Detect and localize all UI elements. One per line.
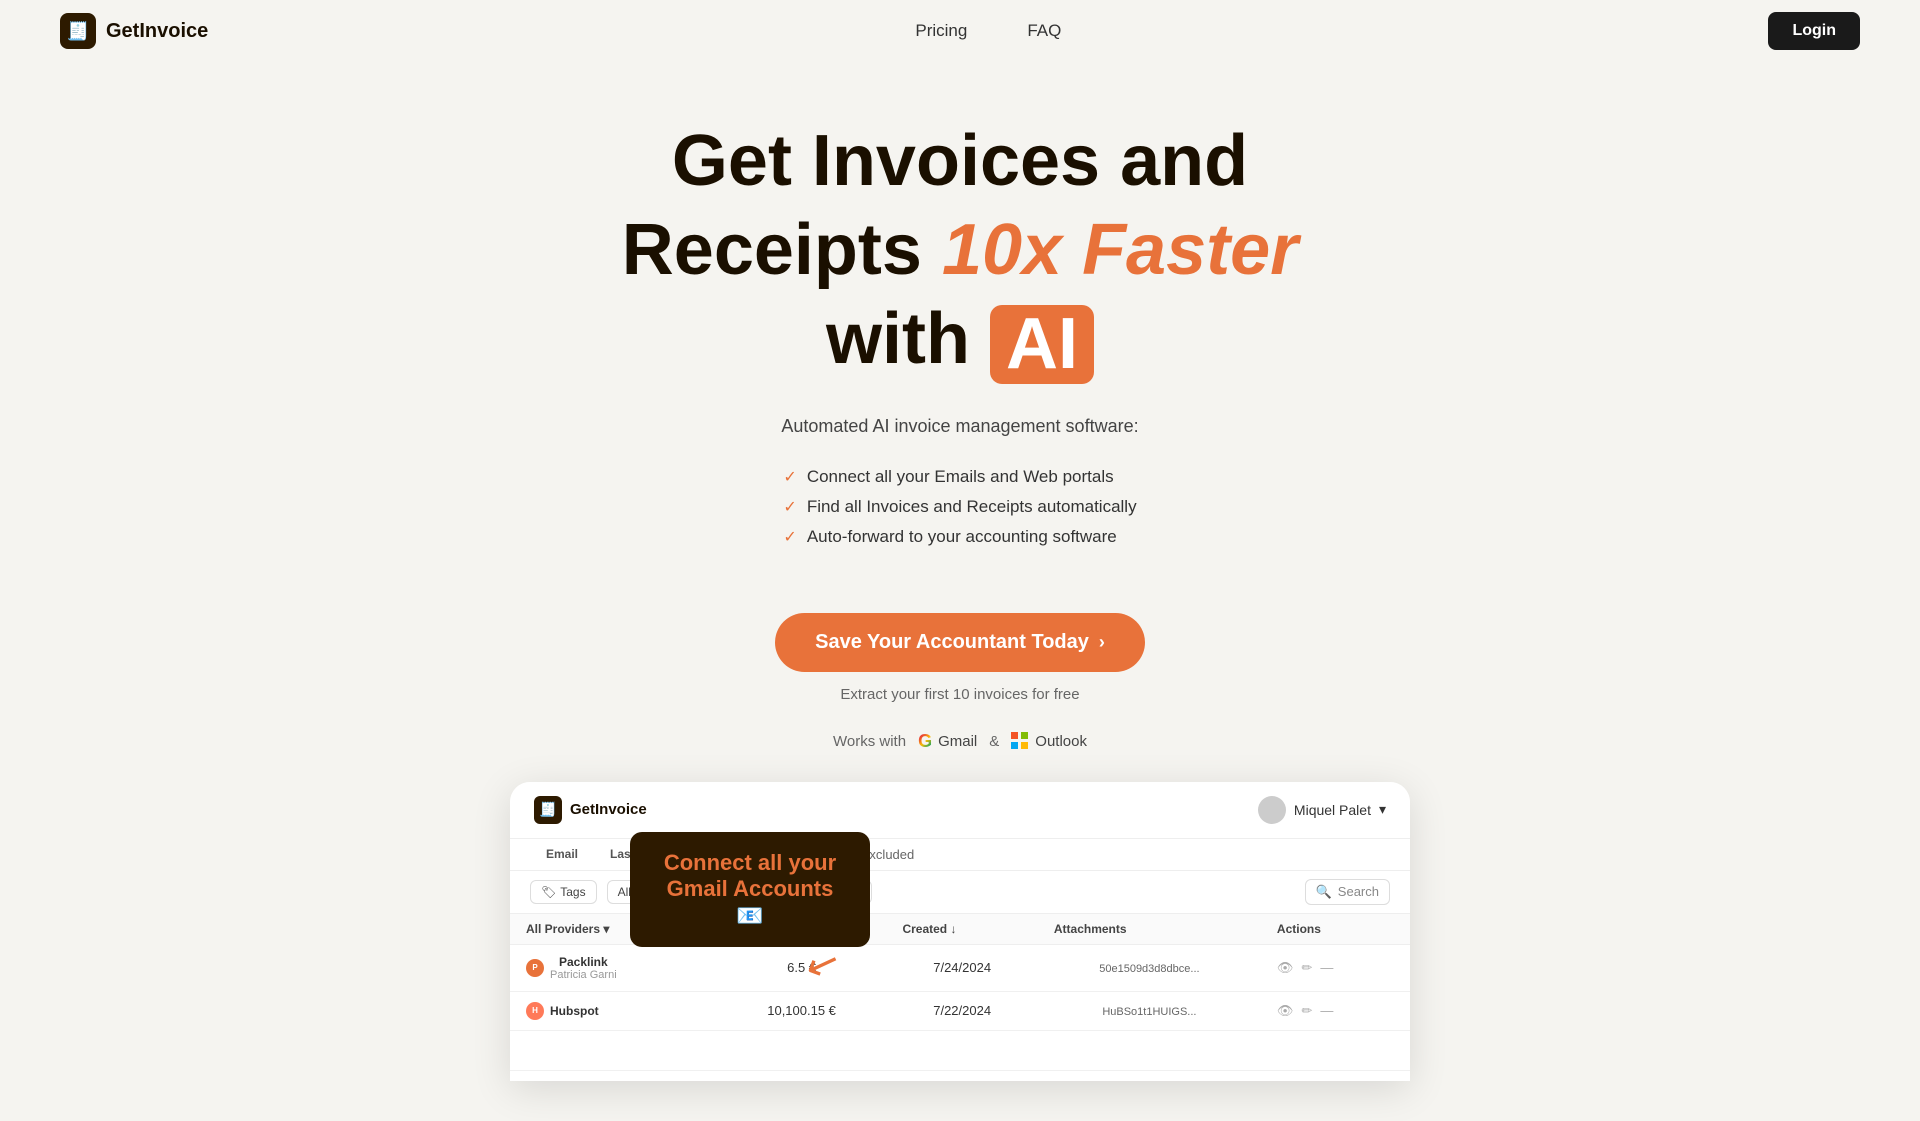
works-with: Works with G Gmail & Outlook [40,731,1880,752]
email-col-header: Email [530,839,594,869]
app-header: 🧾 GetInvoice Miquel Palet ▾ [510,782,1410,839]
login-button[interactable]: Login [1768,12,1860,50]
logo-icon: 🧾 [60,13,96,49]
nav-pricing[interactable]: Pricing [915,21,967,41]
user-name: Miquel Palet [1294,802,1371,818]
gmail-icon: G [918,731,932,752]
app-user: Miquel Palet ▾ [1258,796,1386,824]
cta-section: Save Your Accountant Today › Extract you… [40,613,1880,703]
toolbar-right: 🔍 Search [1305,879,1390,905]
outlook-icon [1011,732,1029,750]
delete-icon[interactable]: — [1320,1003,1333,1018]
row1-provider: P Packlink Patricia Garni [510,944,717,991]
hero-ai-badge: AI [990,305,1094,384]
row1-actions: 👁 ✏ — [1261,944,1410,991]
works-with-outlook: Outlook [1011,732,1087,750]
provider-icon-hubspot: H [526,1002,544,1020]
avatar [1258,796,1286,824]
hero-title-line1: Get Invoices and [40,122,1880,201]
feature-item-3: ✓ Auto-forward to your accounting softwa… [783,527,1136,547]
provider-icon-packlink: P [526,959,544,977]
edit-icon[interactable]: ✏ [1301,1003,1312,1019]
tooltip-emoji: 📧 [736,903,763,928]
row1-amount: 6.5 € [717,944,887,991]
th-row-actions: Actions [1261,914,1410,945]
row3-empty [510,1030,1410,1070]
hero-section: Get Invoices and Receipts 10x Faster wit… [0,62,1920,1121]
tag-icon: 🏷 [541,885,556,899]
chevron-down-icon: ▾ [1379,801,1386,818]
navbar: 🧾 GetInvoice Pricing FAQ Login [0,0,1920,62]
works-with-gmail: G Gmail [918,731,977,752]
logo-text: GetInvoice [106,20,208,43]
cta-arrow-icon: › [1099,632,1105,653]
feature-item-2: ✓ Find all Invoices and Receipts automat… [783,497,1136,517]
row2-actions: 👁 ✏ — [1261,991,1410,1030]
check-icon-3: ✓ [783,527,796,547]
search-box[interactable]: 🔍 Search [1305,879,1390,905]
row2-amount: 10,100.15 € [717,991,887,1030]
app-logo-icon: 🧾 [534,796,562,824]
app-logo: 🧾 GetInvoice [534,796,647,824]
row1-created: 7/24/2024 [886,944,1037,991]
tooltip-text: Connect all your Gmail Accounts 📧 [654,850,846,929]
hero-title-line2: Receipts 10x Faster [40,211,1880,290]
edit-icon[interactable]: ✏ [1301,960,1312,976]
row2-provider: H Hubspot [510,991,717,1030]
feature-item-1: ✓ Connect all your Emails and Web portal… [783,467,1136,487]
tags-button[interactable]: 🏷 Tags [530,880,597,904]
search-icon: 🔍 [1316,884,1332,900]
check-icon-2: ✓ [783,497,796,517]
row2-created: 7/22/2024 [886,991,1037,1030]
cta-button[interactable]: Save Your Accountant Today › [775,613,1145,672]
hero-title-line3: with AI [40,300,1880,384]
table-row [510,1030,1410,1070]
nav-faq[interactable]: FAQ [1027,21,1061,41]
connect-tooltip: Connect all your Gmail Accounts 📧 ↙ [630,832,870,947]
view-icon[interactable]: 👁 [1277,960,1294,976]
view-icon[interactable]: 👁 [1277,1003,1294,1019]
delete-icon[interactable]: — [1320,960,1333,975]
hero-features-list: ✓ Connect all your Emails and Web portal… [783,457,1136,557]
table-row: H Hubspot 10,100.15 € 7/22/2024 HuBSo1t1… [510,991,1410,1030]
logo: 🧾 GetInvoice [60,13,208,49]
check-icon-1: ✓ [783,467,796,487]
row2-attachment: HuBSo1t1HUIGS... [1038,991,1261,1030]
th-attachments: Attachments [1038,914,1261,945]
app-preview: 🧾 GetInvoice Miquel Palet ▾ Connect all … [510,782,1410,1081]
hero-orange-text: 10x Faster [942,210,1298,290]
th-created: Created ↓ [886,914,1037,945]
app-logo-text: GetInvoice [570,801,647,818]
table-row: P Packlink Patricia Garni 6.5 € 7/24/202… [510,944,1410,991]
hero-subtitle: Automated AI invoice management software… [40,416,1880,437]
nav-links: Pricing FAQ [915,21,1061,41]
row1-attachment: 50e1509d3d8dbce... [1038,944,1261,991]
cta-subtext: Extract your first 10 invoices for free [840,686,1079,703]
